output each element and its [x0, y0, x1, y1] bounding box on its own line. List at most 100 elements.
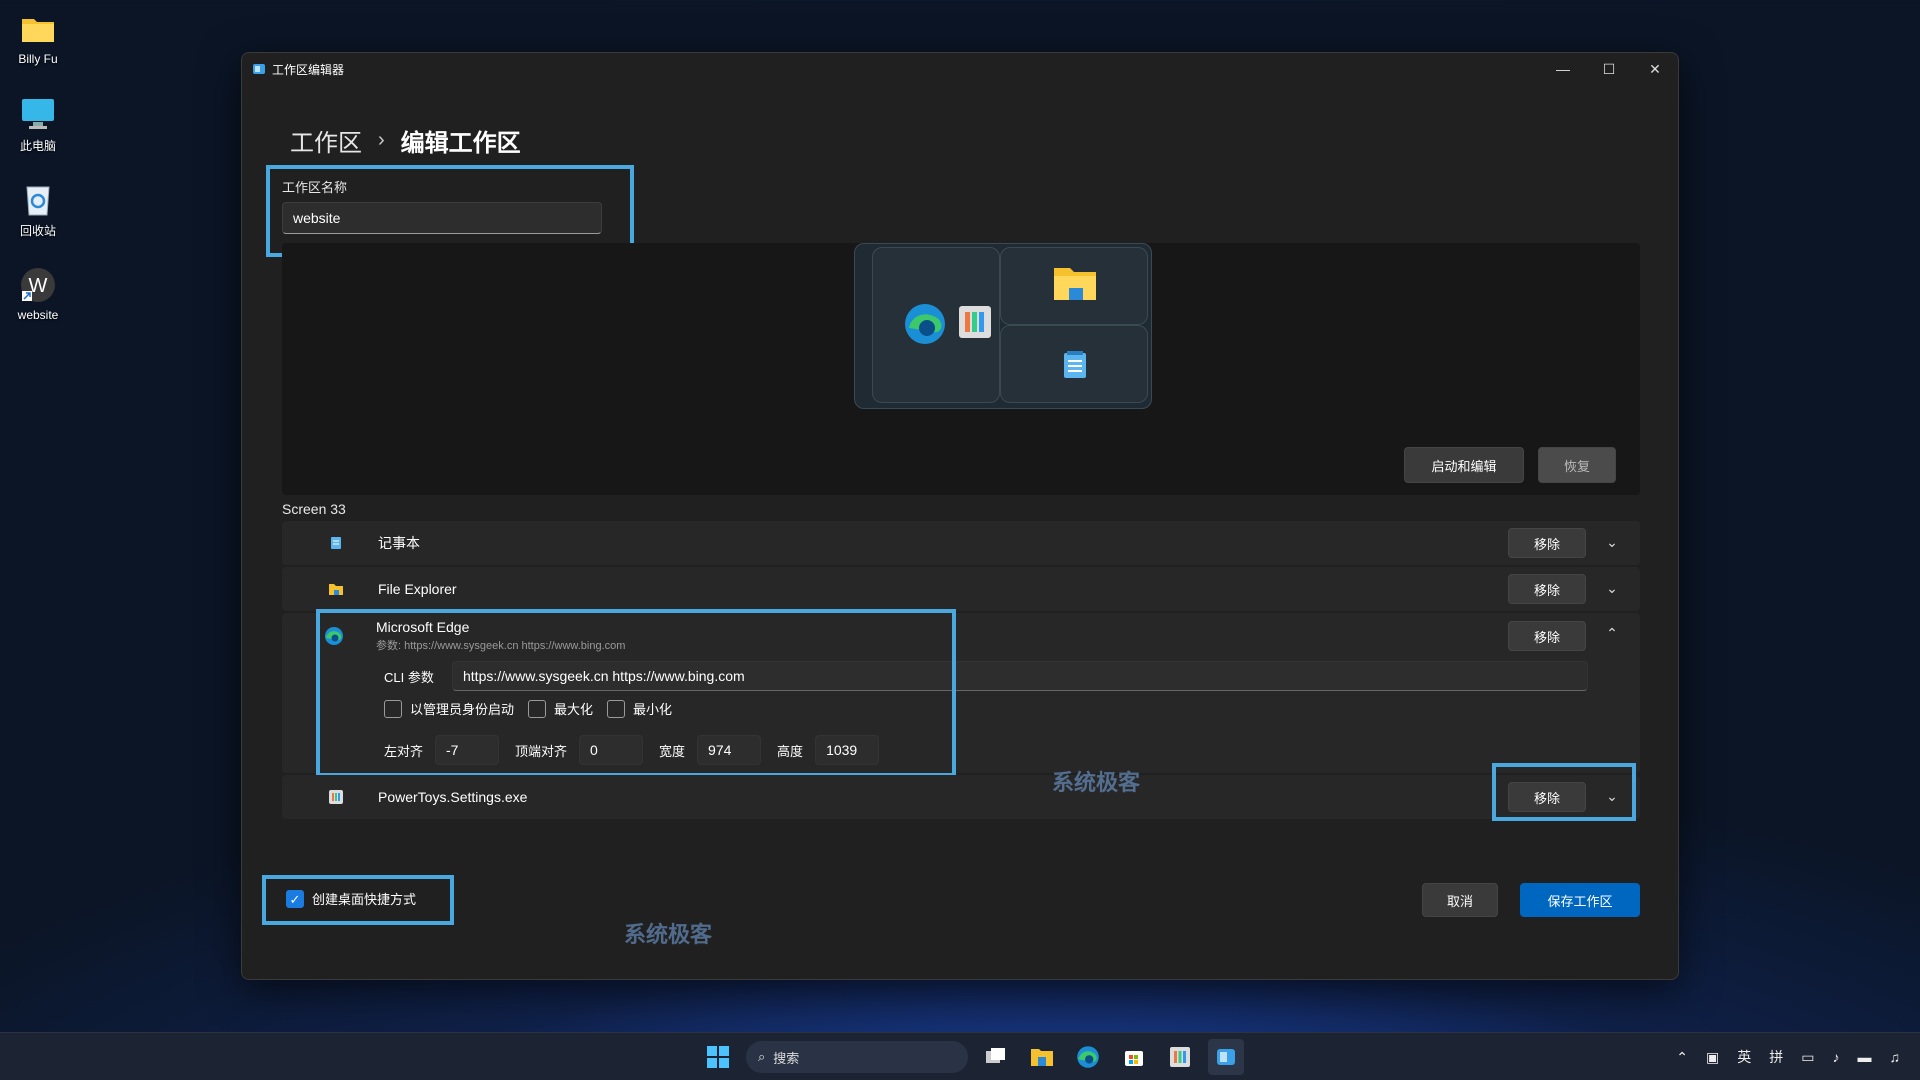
maximize-button[interactable]: ☐: [1586, 53, 1632, 85]
desktop-icon-recycle-bin[interactable]: 回收站: [8, 180, 68, 239]
notepad-icon: [331, 537, 341, 549]
folder-icon: [1054, 268, 1096, 300]
breadcrumb: 工作区 › 编辑工作区: [290, 123, 521, 158]
file-explorer-icon: [329, 584, 343, 595]
desktop-icon-label: website: [17, 308, 59, 322]
remove-button[interactable]: 移除: [1508, 782, 1586, 812]
computer-icon: [19, 95, 57, 133]
maximize-checkbox[interactable]: [528, 699, 547, 718]
watermark: 系统极客: [1052, 770, 1141, 795]
watermark: 系统极客: [624, 922, 713, 947]
chevron-down-icon[interactable]: ⌄: [1602, 788, 1622, 805]
tray-app-icon[interactable]: ▣: [1706, 1049, 1719, 1066]
taskbar-store[interactable]: [1116, 1039, 1152, 1075]
app-row-powertoys-settings[interactable]: PowerToys.Settings.exe 移除 ⌄: [282, 775, 1640, 819]
left-input[interactable]: [435, 735, 500, 765]
notepad-window-tile: [1000, 325, 1148, 403]
screen-label: Screen 33: [282, 501, 346, 517]
top-label: 顶端对齐: [515, 743, 568, 759]
minimize-checkbox[interactable]: [607, 699, 626, 718]
notification-bell-icon[interactable]: ♫: [1890, 1049, 1901, 1065]
remove-button[interactable]: 移除: [1508, 621, 1586, 651]
run-as-admin-checkbox[interactable]: [384, 699, 402, 718]
app-row-file-explorer[interactable]: File Explorer 移除 ⌄: [282, 567, 1640, 611]
taskbar-search[interactable]: ⌕ 搜索: [746, 1041, 968, 1073]
chevron-up-icon[interactable]: ⌃: [1676, 1049, 1688, 1066]
folder-icon: [1031, 1049, 1053, 1066]
save-workspace-button[interactable]: 保存工作区: [1520, 883, 1640, 917]
app-arguments-summary: 参数: https://www.sysgeek.cn https://www.b…: [376, 640, 626, 652]
position-fields: 左对齐 顶端对齐 宽度 高度: [384, 735, 880, 765]
chevron-down-icon[interactable]: ⌄: [1602, 580, 1622, 597]
desktop-icon-website[interactable]: W website: [8, 266, 68, 322]
powertoys-settings-icon: [1170, 1047, 1190, 1067]
app-row-microsoft-edge[interactable]: Microsoft Edge 参数: https://www.sysgeek.c…: [282, 613, 1640, 773]
system-tray: ⌃ ▣ 英 拼 ▭ ♪ ▬ ♫: [1676, 1033, 1900, 1080]
launch-options: 以管理员身份启动 最大化 最小化: [384, 699, 672, 718]
cancel-button[interactable]: 取消: [1422, 883, 1498, 917]
left-label: 左对齐: [384, 743, 424, 759]
task-view-button[interactable]: [978, 1039, 1014, 1075]
powertoys-settings-icon: [329, 790, 343, 804]
minimize-button[interactable]: —: [1540, 53, 1586, 85]
chevron-down-icon[interactable]: ⌄: [1602, 534, 1622, 551]
taskbar: ⌕ 搜索 ⌃ ▣ 英 拼 ▭ ♪ ▬ ♫: [0, 1032, 1920, 1080]
desktop-icon-label: 此电脑: [19, 139, 56, 153]
create-shortcut-option[interactable]: ✓ 创建桌面快捷方式: [286, 889, 416, 908]
remove-button[interactable]: 移除: [1508, 528, 1586, 558]
workspace-name-section: 工作区名称: [282, 177, 602, 234]
revert-button[interactable]: 恢复: [1538, 447, 1616, 483]
recycle-bin-icon: [19, 180, 57, 218]
windows-logo-icon: [707, 1046, 729, 1068]
volume-icon[interactable]: ♪: [1833, 1049, 1840, 1065]
workspace-editor-window: 工作区编辑器 — ☐ ✕ 工作区 › 编辑工作区 工作区名称 website 启…: [241, 52, 1679, 980]
network-icon[interactable]: ▭: [1801, 1049, 1814, 1066]
run-as-admin-label: 以管理员身份启动: [410, 702, 515, 717]
app-name: PowerToys.Settings.exe: [378, 789, 528, 805]
app-name: File Explorer: [378, 581, 457, 597]
breadcrumb-workspaces[interactable]: 工作区: [290, 123, 362, 158]
desktop-icon-folder[interactable]: Billy Fu: [8, 10, 68, 66]
height-label: 高度: [777, 743, 804, 759]
start-button[interactable]: [700, 1039, 736, 1075]
folder-icon: [19, 10, 57, 48]
workspace-name-input[interactable]: [282, 202, 602, 234]
close-button[interactable]: ✕: [1632, 53, 1678, 85]
launch-and-edit-button[interactable]: 启动和编辑: [1404, 447, 1524, 483]
ime-indicator[interactable]: 拼: [1769, 1047, 1783, 1067]
workspaces-app-icon: [1217, 1049, 1235, 1065]
chevron-up-icon[interactable]: ⌃: [1602, 625, 1622, 642]
notepad-icon: [1064, 351, 1086, 378]
edge-icon: [905, 304, 945, 344]
layout-preview-tiles: [854, 243, 1152, 409]
width-label: 宽度: [659, 743, 686, 759]
top-input[interactable]: [579, 735, 644, 765]
taskbar-workspaces[interactable]: [1208, 1039, 1244, 1075]
cli-args-line: CLI 参数: [384, 661, 1588, 691]
app-row-notepad[interactable]: 记事本 移除 ⌄: [282, 521, 1640, 565]
cli-args-input[interactable]: [452, 661, 1588, 691]
search-icon: ⌕: [758, 1049, 766, 1064]
workspace-shortcut-icon: W: [19, 266, 57, 304]
input-language-indicator[interactable]: 英: [1737, 1047, 1751, 1067]
taskbar-edge[interactable]: [1070, 1039, 1106, 1075]
taskbar-file-explorer[interactable]: [1024, 1039, 1060, 1075]
workspaces-app-icon: [253, 64, 265, 74]
desktop-icon-computer[interactable]: 此电脑: [8, 95, 68, 154]
width-input[interactable]: [697, 735, 762, 765]
battery-icon[interactable]: ▬: [1858, 1049, 1872, 1065]
explorer-window-tile: [1000, 247, 1148, 325]
desktop-icon-label: Billy Fu: [18, 52, 58, 66]
chevron-right-icon: ›: [378, 129, 385, 151]
search-placeholder: 搜索: [773, 1050, 800, 1066]
cli-args-label: CLI 参数: [384, 669, 434, 685]
maximize-label: 最大化: [554, 702, 594, 717]
title-bar[interactable]: 工作区编辑器 — ☐ ✕: [242, 53, 1678, 85]
create-shortcut-checkbox[interactable]: ✓: [286, 889, 304, 908]
workspace-name-label: 工作区名称: [282, 180, 348, 195]
page-title: 编辑工作区: [400, 130, 521, 157]
remove-button[interactable]: 移除: [1508, 574, 1586, 604]
height-input[interactable]: [815, 735, 880, 765]
taskbar-powertoys[interactable]: [1162, 1039, 1198, 1075]
minimize-label: 最小化: [633, 702, 673, 717]
